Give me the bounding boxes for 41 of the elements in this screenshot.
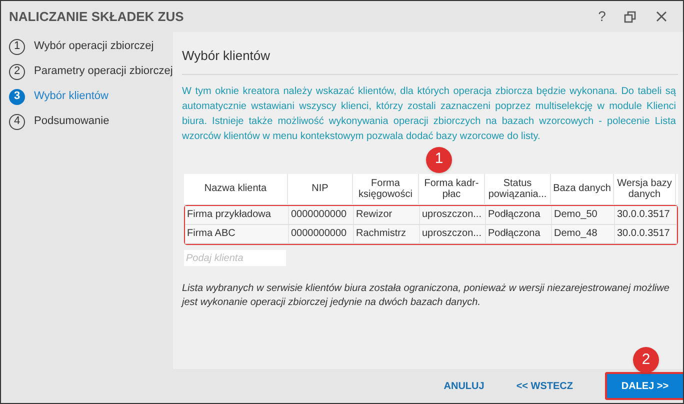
column-header: Wersja bazy danych <box>614 174 676 204</box>
intro-text: W tym oknie kreatora należy wskazać klientów, dla których operacja zbiorcza będzie wykonana. Do tabeli są automatycznie wstawiani wszyscy klienci, którzy zostali zaznaczeni poprzez multiselekcję w module Klienci biura. Istnieje także możliwość wykonywania operacji zbiorczych na bazach wzorcowych - polecenie Lista wzorców klientów w menu kontekstowym pozwala dodać bazy wzorcowe do listy. <box>182 84 677 144</box>
column-header: Status powiązania... <box>485 174 551 204</box>
step-number: 2 <box>9 64 25 80</box>
nav-button[interactable]: << WSTECZ <box>516 378 573 394</box>
step-number: 3 <box>9 88 25 104</box>
table-cell: Podłączona <box>486 206 552 224</box>
window-title: NALICZANIE SKŁADEK ZUS <box>9 8 185 26</box>
column-header: Baza danych <box>551 174 614 204</box>
close-icon[interactable] <box>656 11 667 22</box>
step-number: 4 <box>9 114 25 130</box>
wizard-step[interactable]: Wybór operacji zbiorczej <box>34 38 154 55</box>
next-button[interactable]: DALEJ >> <box>605 372 683 400</box>
table-cell: Rewizor <box>354 206 420 224</box>
client-search-field[interactable]: Podaj klienta <box>184 250 286 266</box>
wizard-step[interactable]: Parametry operacji zbiorczej <box>34 63 173 80</box>
table-cell: 0000000000 <box>289 224 354 242</box>
column-header: Forma księgowości <box>353 174 419 204</box>
restore-icon[interactable] <box>624 10 636 22</box>
table-cell: 0000000000 <box>289 206 354 224</box>
table-cell: Rachmistrz <box>354 224 420 242</box>
table-cell: uproszczon... <box>420 206 486 224</box>
table-cell: uproszczon... <box>420 224 486 242</box>
wizard-step[interactable]: Podsumowanie <box>34 113 110 130</box>
table-cell: Firma ABC <box>185 224 289 242</box>
table-cell: Demo_50 <box>552 206 615 224</box>
column-header: Forma kadr-płac <box>419 174 485 204</box>
step-number: 1 <box>9 38 25 54</box>
help-button[interactable]: ? <box>592 6 612 27</box>
column-header: Nazwa klienta <box>184 174 288 204</box>
column-header: NIP <box>288 174 353 204</box>
nav-button[interactable]: ANULUJ <box>444 378 484 394</box>
wizard-step[interactable]: Wybór klientów <box>34 88 108 105</box>
table-cell: Demo_48 <box>552 224 615 242</box>
limit-note: Lista wybranych w serwisie klientów biura została ograniczona, ponieważ w wersji niezarejestrowanej możliwe jest wykonanie operacji zbiorczej jedynie na dwóch bazach danych. <box>182 282 670 310</box>
table-cell: 30.0.0.3517 <box>615 206 677 224</box>
table-cell: Firma przykładowa <box>185 206 289 224</box>
callout-badge: 1 <box>426 146 452 172</box>
section-title: Wybór klientów <box>182 46 678 74</box>
table-cell: Podłączona <box>486 224 552 242</box>
table-cell: 30.0.0.3517 <box>615 224 677 242</box>
